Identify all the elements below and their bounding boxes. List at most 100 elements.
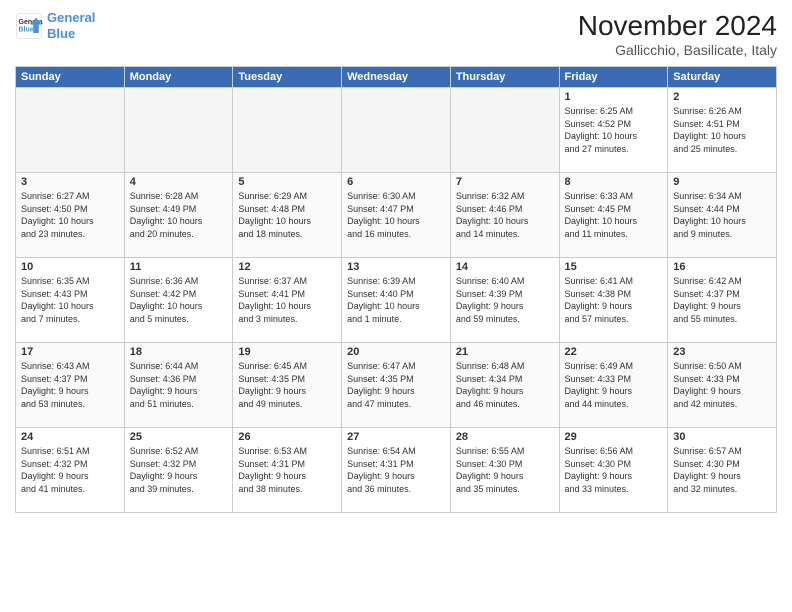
day-number: 17	[21, 346, 119, 358]
location-title: Gallicchio, Basilicate, Italy	[578, 42, 777, 58]
calendar-cell-empty	[342, 88, 451, 173]
day-number: 18	[130, 346, 228, 358]
day-info: Sunrise: 6:48 AM Sunset: 4:34 PM Dayligh…	[456, 360, 554, 410]
day-number: 6	[347, 176, 445, 188]
day-number: 25	[130, 431, 228, 443]
day-info: Sunrise: 6:42 AM Sunset: 4:37 PM Dayligh…	[673, 275, 771, 325]
day-number: 27	[347, 431, 445, 443]
weekday-header-row: SundayMondayTuesdayWednesdayThursdayFrid…	[16, 67, 777, 88]
day-number: 19	[238, 346, 336, 358]
day-info: Sunrise: 6:29 AM Sunset: 4:48 PM Dayligh…	[238, 190, 336, 240]
day-number: 13	[347, 261, 445, 273]
calendar-cell-6: 6 Sunrise: 6:30 AM Sunset: 4:47 PM Daylig…	[342, 173, 451, 258]
calendar-cell-30: 30 Sunrise: 6:57 AM Sunset: 4:30 PM Dayli…	[668, 428, 777, 513]
day-number: 21	[456, 346, 554, 358]
day-number: 5	[238, 176, 336, 188]
calendar-cell-empty	[124, 88, 233, 173]
day-number: 10	[21, 261, 119, 273]
day-info: Sunrise: 6:30 AM Sunset: 4:47 PM Dayligh…	[347, 190, 445, 240]
day-number: 9	[673, 176, 771, 188]
day-number: 1	[565, 91, 663, 103]
day-info: Sunrise: 6:57 AM Sunset: 4:30 PM Dayligh…	[673, 445, 771, 495]
calendar-week-1: 3 Sunrise: 6:27 AM Sunset: 4:50 PM Daylig…	[16, 173, 777, 258]
calendar-cell-empty	[450, 88, 559, 173]
calendar-cell-21: 21 Sunrise: 6:48 AM Sunset: 4:34 PM Dayli…	[450, 343, 559, 428]
svg-text:Blue: Blue	[19, 26, 34, 33]
calendar-cell-12: 12Sunrise: 6:37 AM Sunset: 4:41 PM Dayli…	[233, 258, 342, 343]
day-number: 30	[673, 431, 771, 443]
day-number: 22	[565, 346, 663, 358]
calendar-week-2: 10 Sunrise: 6:35 AM Sunset: 4:43 PM Dayli…	[16, 258, 777, 343]
calendar-cell-29: 29 Sunrise: 6:56 AM Sunset: 4:30 PM Dayli…	[559, 428, 668, 513]
weekday-header-monday: Monday	[124, 67, 233, 88]
day-info: Sunrise: 6:27 AM Sunset: 4:50 PM Dayligh…	[21, 190, 119, 240]
logo-blue: Blue	[47, 26, 75, 41]
day-info: Sunrise: 6:25 AM Sunset: 4:52 PM Dayligh…	[565, 105, 663, 155]
calendar-week-3: 17Sunrise: 6:43 AM Sunset: 4:37 PM Dayli…	[16, 343, 777, 428]
calendar-cell-4: 4Sunrise: 6:28 AM Sunset: 4:49 PM Daylig…	[124, 173, 233, 258]
calendar-cell-26: 26 Sunrise: 6:53 AM Sunset: 4:31 PM Dayli…	[233, 428, 342, 513]
calendar-cell-13: 13 Sunrise: 6:39 AM Sunset: 4:40 PM Dayli…	[342, 258, 451, 343]
day-number: 29	[565, 431, 663, 443]
day-info: Sunrise: 6:45 AM Sunset: 4:35 PM Dayligh…	[238, 360, 336, 410]
calendar-cell-19: 19 Sunrise: 6:45 AM Sunset: 4:35 PM Dayli…	[233, 343, 342, 428]
calendar-page: General Blue General Blue November 2024 …	[0, 0, 792, 612]
day-number: 14	[456, 261, 554, 273]
day-info: Sunrise: 6:56 AM Sunset: 4:30 PM Dayligh…	[565, 445, 663, 495]
day-info: Sunrise: 6:49 AM Sunset: 4:33 PM Dayligh…	[565, 360, 663, 410]
day-info: Sunrise: 6:26 AM Sunset: 4:51 PM Dayligh…	[673, 105, 771, 155]
calendar-table: SundayMondayTuesdayWednesdayThursdayFrid…	[15, 66, 777, 513]
logo-text: General Blue	[47, 10, 95, 41]
calendar-cell-15: 15Sunrise: 6:41 AM Sunset: 4:38 PM Dayli…	[559, 258, 668, 343]
day-number: 16	[673, 261, 771, 273]
day-number: 24	[21, 431, 119, 443]
day-number: 23	[673, 346, 771, 358]
calendar-cell-10: 10 Sunrise: 6:35 AM Sunset: 4:43 PM Dayli…	[16, 258, 125, 343]
day-number: 11	[130, 261, 228, 273]
calendar-cell-3: 3 Sunrise: 6:27 AM Sunset: 4:50 PM Daylig…	[16, 173, 125, 258]
header: General Blue General Blue November 2024 …	[15, 10, 777, 58]
calendar-cell-17: 17Sunrise: 6:43 AM Sunset: 4:37 PM Dayli…	[16, 343, 125, 428]
day-info: Sunrise: 6:39 AM Sunset: 4:40 PM Dayligh…	[347, 275, 445, 325]
calendar-cell-28: 28Sunrise: 6:55 AM Sunset: 4:30 PM Dayli…	[450, 428, 559, 513]
day-number: 2	[673, 91, 771, 103]
day-info: Sunrise: 6:32 AM Sunset: 4:46 PM Dayligh…	[456, 190, 554, 240]
day-info: Sunrise: 6:34 AM Sunset: 4:44 PM Dayligh…	[673, 190, 771, 240]
weekday-header-thursday: Thursday	[450, 67, 559, 88]
calendar-cell-8: 8Sunrise: 6:33 AM Sunset: 4:45 PM Daylig…	[559, 173, 668, 258]
calendar-cell-7: 7Sunrise: 6:32 AM Sunset: 4:46 PM Daylig…	[450, 173, 559, 258]
day-info: Sunrise: 6:54 AM Sunset: 4:31 PM Dayligh…	[347, 445, 445, 495]
calendar-cell-27: 27 Sunrise: 6:54 AM Sunset: 4:31 PM Dayli…	[342, 428, 451, 513]
calendar-cell-9: 9 Sunrise: 6:34 AM Sunset: 4:44 PM Daylig…	[668, 173, 777, 258]
calendar-cell-11: 11 Sunrise: 6:36 AM Sunset: 4:42 PM Dayli…	[124, 258, 233, 343]
day-info: Sunrise: 6:36 AM Sunset: 4:42 PM Dayligh…	[130, 275, 228, 325]
day-info: Sunrise: 6:41 AM Sunset: 4:38 PM Dayligh…	[565, 275, 663, 325]
calendar-cell-empty	[16, 88, 125, 173]
day-info: Sunrise: 6:51 AM Sunset: 4:32 PM Dayligh…	[21, 445, 119, 495]
calendar-week-0: 1 Sunrise: 6:25 AM Sunset: 4:52 PM Daylig…	[16, 88, 777, 173]
logo: General Blue General Blue	[15, 10, 95, 41]
day-info: Sunrise: 6:35 AM Sunset: 4:43 PM Dayligh…	[21, 275, 119, 325]
calendar-cell-23: 23 Sunrise: 6:50 AM Sunset: 4:33 PM Dayli…	[668, 343, 777, 428]
day-info: Sunrise: 6:28 AM Sunset: 4:49 PM Dayligh…	[130, 190, 228, 240]
weekday-header-saturday: Saturday	[668, 67, 777, 88]
day-info: Sunrise: 6:40 AM Sunset: 4:39 PM Dayligh…	[456, 275, 554, 325]
day-info: Sunrise: 6:53 AM Sunset: 4:31 PM Dayligh…	[238, 445, 336, 495]
day-number: 8	[565, 176, 663, 188]
title-block: November 2024 Gallicchio, Basilicate, It…	[578, 10, 777, 58]
day-number: 3	[21, 176, 119, 188]
calendar-cell-20: 20Sunrise: 6:47 AM Sunset: 4:35 PM Dayli…	[342, 343, 451, 428]
calendar-cell-empty	[233, 88, 342, 173]
calendar-cell-16: 16 Sunrise: 6:42 AM Sunset: 4:37 PM Dayli…	[668, 258, 777, 343]
day-info: Sunrise: 6:55 AM Sunset: 4:30 PM Dayligh…	[456, 445, 554, 495]
day-number: 26	[238, 431, 336, 443]
calendar-cell-25: 25Sunrise: 6:52 AM Sunset: 4:32 PM Dayli…	[124, 428, 233, 513]
day-info: Sunrise: 6:50 AM Sunset: 4:33 PM Dayligh…	[673, 360, 771, 410]
weekday-header-tuesday: Tuesday	[233, 67, 342, 88]
weekday-header-friday: Friday	[559, 67, 668, 88]
day-info: Sunrise: 6:44 AM Sunset: 4:36 PM Dayligh…	[130, 360, 228, 410]
calendar-cell-24: 24 Sunrise: 6:51 AM Sunset: 4:32 PM Dayli…	[16, 428, 125, 513]
calendar-cell-14: 14 Sunrise: 6:40 AM Sunset: 4:39 PM Dayli…	[450, 258, 559, 343]
day-number: 12	[238, 261, 336, 273]
month-title: November 2024	[578, 10, 777, 42]
